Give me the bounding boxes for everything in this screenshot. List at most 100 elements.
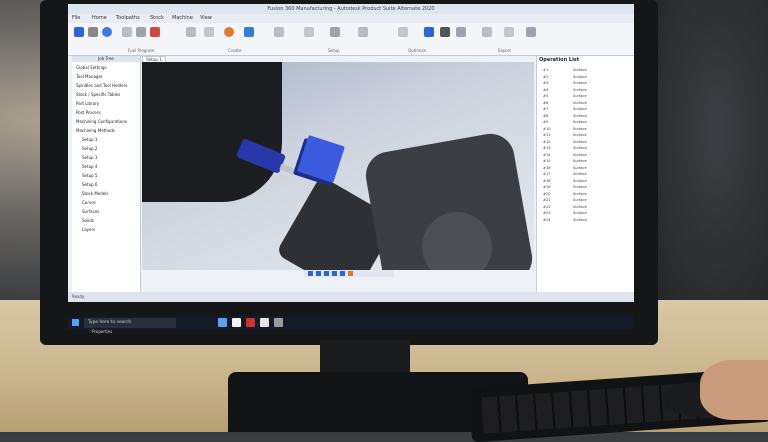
tree-item[interactable]: Spindles and Tool Holders	[76, 83, 127, 88]
browser-icon[interactable]	[218, 318, 227, 327]
op-row-number[interactable]: #10	[543, 127, 551, 131]
program-icon[interactable]	[74, 27, 84, 37]
acrobat-icon[interactable]	[246, 318, 255, 327]
rewind-icon[interactable]	[308, 271, 313, 276]
surface-icon[interactable]	[224, 27, 234, 37]
tree-item[interactable]: Stock / Specific Tables	[76, 92, 120, 97]
tab-stock[interactable]: Stock	[150, 15, 164, 21]
simulation-icon[interactable]	[304, 27, 314, 37]
step-forward-icon[interactable]	[332, 271, 337, 276]
op-row-number[interactable]: #2	[543, 75, 548, 79]
op-row-number[interactable]: #22	[543, 205, 551, 209]
start-icon[interactable]	[72, 319, 79, 326]
op-row-number[interactable]: #16	[543, 166, 551, 170]
folder-icon[interactable]	[232, 318, 241, 327]
select-icon[interactable]	[424, 27, 434, 37]
tree-item[interactable]: Setup 6	[82, 182, 97, 187]
tree-item[interactable]: Setup 5	[82, 173, 97, 178]
tree-item[interactable]: Setup 4	[82, 164, 97, 169]
tab-file[interactable]: File	[72, 15, 80, 21]
tree-item[interactable]: Global Settings	[76, 65, 106, 70]
op-row-number[interactable]: #20	[543, 192, 551, 196]
options-icon[interactable]	[504, 27, 514, 37]
tree-item[interactable]: Part Library	[76, 101, 99, 106]
op-row-type: Surface	[573, 68, 587, 72]
tree-item[interactable]: Setup 1	[82, 137, 97, 142]
op-row-number[interactable]: #11	[543, 133, 551, 137]
group-label: Optimize	[408, 48, 426, 53]
op-row-number[interactable]: #13	[543, 146, 551, 150]
op-row-number[interactable]: #5	[543, 94, 548, 98]
op-row-number[interactable]: #21	[543, 198, 551, 202]
cutting-tool	[279, 163, 295, 175]
op-row-number[interactable]: #15	[543, 159, 551, 163]
panel-label: Properties	[92, 329, 113, 334]
tab-toolpaths[interactable]: Toolpaths	[116, 15, 140, 21]
step-back-icon[interactable]	[316, 271, 321, 276]
monitor-screen: Fusion 360 Manufacturing - Autodesk Prod…	[68, 4, 634, 302]
op-row-type: Surface	[573, 211, 587, 215]
tree-item[interactable]: Solids	[82, 218, 94, 223]
delete-icon[interactable]	[150, 27, 160, 37]
op-row-number[interactable]: #12	[543, 140, 551, 144]
op-row-number[interactable]: #6	[543, 101, 548, 105]
op-row-type: Surface	[573, 100, 587, 105]
op-row-number[interactable]: #14	[543, 153, 551, 157]
tree-item[interactable]: Post Process	[76, 110, 101, 115]
stock-icon[interactable]	[88, 27, 98, 37]
op-row-number[interactable]: #3	[543, 81, 548, 85]
oplist-title: Operation List	[539, 57, 580, 63]
interpolation-icon[interactable]	[274, 27, 284, 37]
export-icon[interactable]	[398, 27, 408, 37]
play-icon[interactable]	[324, 271, 329, 276]
tree-item[interactable]: Layers	[82, 227, 95, 232]
curve-icon[interactable]	[204, 27, 214, 37]
cam-app-icon[interactable]	[274, 318, 283, 327]
op-row-number[interactable]: #24	[543, 218, 551, 222]
tab-machine[interactable]: Machine	[172, 15, 193, 21]
tab-view[interactable]: View	[200, 15, 212, 21]
tree-item[interactable]: Surfaces	[82, 209, 99, 214]
solid-icon[interactable]	[244, 27, 254, 37]
op-row-number[interactable]: #8	[543, 114, 548, 118]
op-row-number[interactable]: #9	[543, 120, 548, 124]
toolpath-icon[interactable]	[122, 27, 132, 37]
tab-home[interactable]: Home	[92, 15, 107, 21]
tree-item[interactable]: Machining Methods	[76, 128, 115, 133]
settings-icon[interactable]	[482, 27, 492, 37]
tree-item[interactable]: Machining Configurations	[76, 119, 127, 124]
op-row-number[interactable]: #4	[543, 88, 548, 92]
op-row-number[interactable]: #1	[543, 68, 548, 72]
tree-item[interactable]: Tool Manager	[76, 74, 103, 79]
ribbon-tabs: File Home Toolpaths Stock Machine View	[68, 14, 634, 23]
job-tree-panel: Job Tree Global Settings Tool Manager Spin…	[72, 56, 141, 292]
tree-item[interactable]: Setup 2	[82, 146, 97, 151]
windows-taskbar: Type here to search	[68, 316, 634, 330]
speed-icon[interactable]	[348, 271, 353, 276]
operation-list-panel: Operation List #1 Surface #2 Surface #3 Surfa…	[536, 56, 634, 292]
tree-item[interactable]: Stock Models	[82, 191, 108, 196]
tool-icon[interactable]	[102, 27, 112, 37]
tree-item[interactable]: Setup 3	[82, 155, 97, 160]
op-row-number[interactable]: #23	[543, 211, 551, 215]
tree-item[interactable]: Curves	[82, 200, 96, 205]
3d-viewport[interactable]	[142, 62, 534, 270]
op-row-type: Surface	[573, 139, 587, 144]
op-row-type: Surface	[573, 178, 587, 183]
op-row-number[interactable]: #19	[543, 185, 551, 189]
geometry-icon[interactable]	[186, 27, 196, 37]
verify-icon[interactable]	[330, 27, 340, 37]
workpiece[interactable]	[297, 135, 345, 183]
op-row-number[interactable]: #17	[543, 172, 551, 176]
close-icon[interactable]	[440, 27, 450, 37]
nc-code-icon[interactable]	[358, 27, 368, 37]
op-row-number[interactable]: #18	[543, 179, 551, 183]
op-row-number[interactable]: #7	[543, 107, 548, 111]
feature-icon[interactable]	[136, 27, 146, 37]
fast-forward-icon[interactable]	[340, 271, 345, 276]
layer-icon[interactable]	[456, 27, 466, 37]
taskbar-search[interactable]: Type here to search	[84, 318, 176, 328]
op-row-type: Surface	[573, 120, 587, 124]
app-icon[interactable]	[260, 318, 269, 327]
help-icon[interactable]	[526, 27, 536, 37]
